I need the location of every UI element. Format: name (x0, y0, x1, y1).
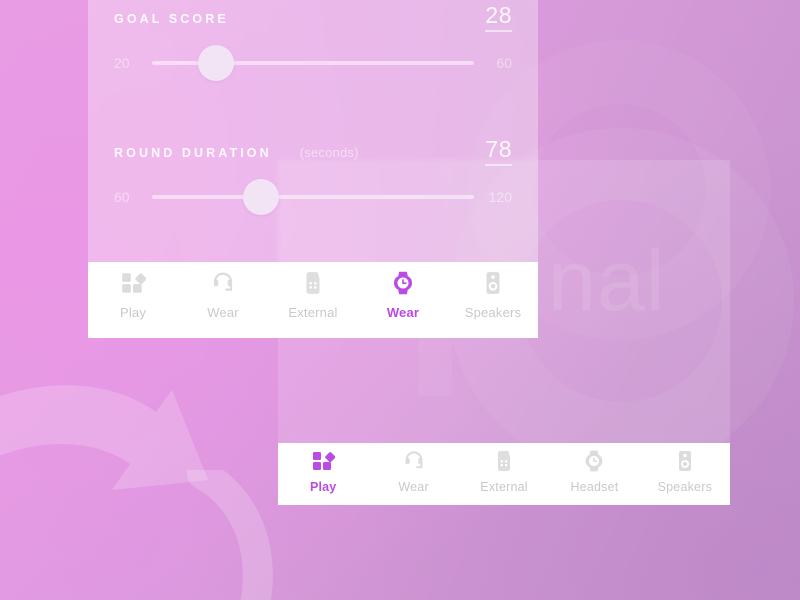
slider-title: GOAL SCORE (114, 12, 229, 26)
slider-max-label: 60 (496, 55, 512, 71)
apps-icon (311, 449, 336, 473)
headset-icon (210, 270, 236, 296)
slider-max-label: 120 (488, 189, 512, 205)
top-tab-wear-1[interactable]: Wear (178, 270, 268, 320)
bottom-tab-speakers-4[interactable]: Speakers (640, 449, 730, 494)
top-tab-bar: Play Wear External Wear Speakers (88, 262, 538, 338)
slider-value: 78 (485, 138, 512, 166)
watch-icon (582, 449, 606, 473)
watch-icon (390, 270, 416, 296)
slider-thumb[interactable] (198, 45, 235, 81)
bottom-tab-external-2[interactable]: External (459, 449, 549, 494)
slider-title: ROUND DURATION (114, 146, 272, 160)
bottom-tab-bar: Play Wear External Headset Speakers (278, 443, 730, 505)
slider-min-label: 60 (114, 189, 130, 205)
headset-icon (402, 449, 426, 473)
bottom-tab-play-0[interactable]: Play (278, 449, 368, 494)
top-tab-speakers-4[interactable]: Speakers (448, 270, 538, 320)
slider-track-area[interactable] (152, 43, 474, 83)
speaker-icon (673, 449, 697, 473)
tab-label: Speakers (464, 305, 522, 320)
sim-card-icon (300, 270, 326, 296)
apps-icon (120, 270, 146, 296)
top-tab-play-0[interactable]: Play (88, 270, 178, 320)
tab-label: Play (119, 305, 147, 320)
bottom-tab-wear-1[interactable]: Wear (368, 449, 458, 494)
slider-unit: (seconds) (299, 145, 359, 160)
slider-track[interactable] (152, 195, 474, 199)
tab-label: Wear (398, 480, 429, 494)
speaker-icon (480, 270, 506, 296)
slider-thumb[interactable] (243, 179, 280, 215)
top-tab-external-2[interactable]: External (268, 270, 358, 320)
tab-label: Headset (570, 480, 619, 494)
tab-label: External (480, 480, 528, 494)
tab-label: External (288, 305, 338, 320)
sim-card-icon (492, 449, 516, 473)
tab-label: Speakers (657, 480, 713, 494)
settings-card: GOAL SCORE 28 20 60 ROUND DURATION (seco… (88, 0, 538, 262)
bottom-tab-headset-3[interactable]: Headset (549, 449, 639, 494)
top-tab-wear-3[interactable]: Wear (358, 270, 448, 320)
slider-min-label: 20 (114, 55, 130, 71)
tab-label: Wear (207, 305, 239, 320)
slider-track-area[interactable] (152, 177, 474, 217)
tab-label: Play (309, 480, 337, 494)
tab-label: Wear (386, 305, 420, 320)
slider-value: 28 (485, 4, 512, 32)
